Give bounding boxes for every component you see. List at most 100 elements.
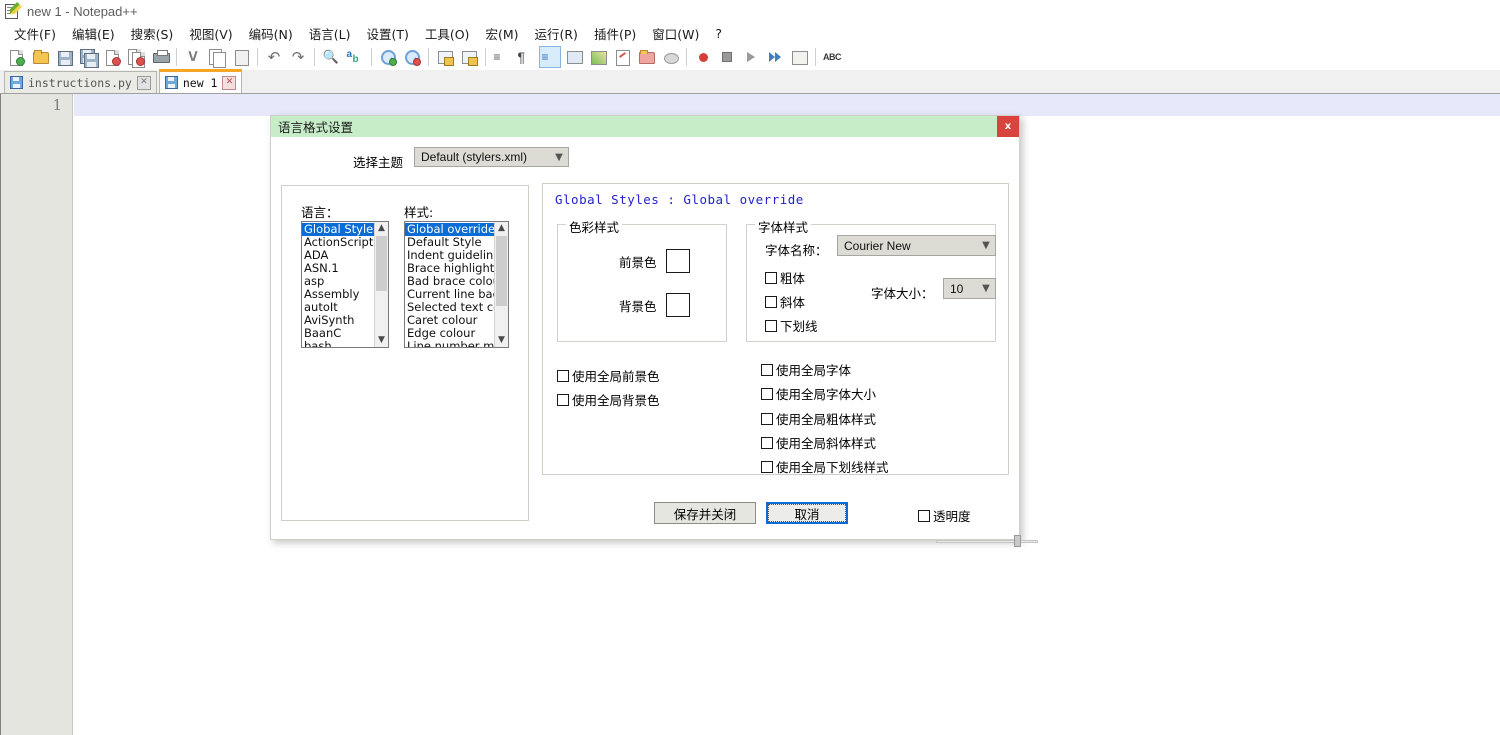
menu-macro[interactable]: 宏(M)	[477, 22, 526, 45]
scrollbar-thumb[interactable]	[376, 236, 387, 291]
foreground-color-swatch[interactable]	[665, 249, 690, 273]
style-listbox[interactable]: Global override Default Style Indent gui…	[404, 221, 509, 348]
tab-new-1[interactable]: new 1 ✕	[158, 69, 243, 93]
underline-checkbox-row[interactable]: 下划线	[765, 316, 818, 335]
font-size-select[interactable]: 10 ▼	[943, 278, 996, 299]
play-macro-icon[interactable]	[740, 46, 762, 68]
list-item[interactable]: asp	[302, 275, 374, 288]
use-global-background-checkbox[interactable]	[557, 393, 569, 406]
theme-select[interactable]: Default (stylers.xml) ▼	[414, 147, 569, 167]
save-icon[interactable]	[53, 46, 75, 68]
close-all-files-icon[interactable]	[125, 46, 147, 68]
menu-encoding[interactable]: 编码(N)	[241, 22, 301, 45]
spell-check-icon[interactable]: ABC	[821, 46, 843, 68]
italic-checkbox-row[interactable]: 斜体	[765, 292, 805, 311]
word-wrap-icon[interactable]: ≡	[491, 46, 513, 68]
background-color-swatch[interactable]	[665, 293, 690, 317]
list-item[interactable]: Edge colour	[405, 327, 494, 340]
list-item[interactable]: autoIt	[302, 301, 374, 314]
use-global-bold-row[interactable]: 使用全局粗体样式	[761, 409, 876, 428]
list-item[interactable]: Caret colour	[405, 314, 494, 327]
record-macro-icon[interactable]	[692, 46, 714, 68]
bold-checkbox[interactable]	[765, 271, 777, 284]
menu-edit[interactable]: 编辑(E)	[64, 22, 123, 45]
use-global-font-checkbox[interactable]	[761, 363, 773, 376]
paste-icon[interactable]	[230, 46, 252, 68]
scroll-up-icon[interactable]: ▲	[495, 222, 508, 235]
menu-window[interactable]: 窗口(W)	[644, 22, 707, 45]
scroll-up-icon[interactable]: ▲	[375, 222, 388, 235]
list-item[interactable]: ActionScript	[302, 236, 374, 249]
use-global-foreground-checkbox[interactable]	[557, 369, 569, 382]
cancel-button[interactable]: 取消	[766, 502, 848, 524]
scrollbar-thumb[interactable]	[496, 236, 507, 306]
use-global-underline-checkbox[interactable]	[761, 460, 773, 473]
close-icon[interactable]: x	[997, 116, 1019, 137]
open-file-icon[interactable]	[29, 46, 51, 68]
bold-checkbox-row[interactable]: 粗体	[765, 268, 805, 287]
menu-file[interactable]: 文件(F)	[6, 22, 64, 45]
list-item[interactable]: Selected text colou	[405, 301, 494, 314]
italic-checkbox[interactable]	[765, 295, 777, 308]
scroll-down-icon[interactable]: ▼	[495, 334, 508, 347]
menu-settings[interactable]: 设置(T)	[358, 22, 416, 45]
use-global-underline-row[interactable]: 使用全局下划线样式	[761, 457, 889, 476]
menu-plugins[interactable]: 插件(P)	[586, 22, 644, 45]
list-item[interactable]: BaanC	[302, 327, 374, 340]
tab-instructions-py[interactable]: instructions.py ✕	[4, 71, 157, 93]
list-item[interactable]: Line number margin	[405, 340, 494, 347]
use-global-italic-row[interactable]: 使用全局斜体样式	[761, 433, 876, 452]
menu-view[interactable]: 视图(V)	[181, 22, 240, 45]
style-list-scrollbar[interactable]: ▲ ▼	[494, 222, 508, 347]
menu-language[interactable]: 语言(L)	[301, 22, 359, 45]
folder-as-workspace-icon[interactable]	[635, 46, 657, 68]
transparency-slider[interactable]	[936, 535, 1038, 547]
run-macro-multiple-icon[interactable]	[764, 46, 786, 68]
copy-icon[interactable]	[206, 46, 228, 68]
show-all-chars-icon[interactable]: ¶	[515, 46, 537, 68]
language-listbox[interactable]: Global Styles ActionScript ADA ASN.1 asp…	[301, 221, 389, 348]
list-item[interactable]: Bad brace colour	[405, 275, 494, 288]
list-item[interactable]: Indent guideline sty	[405, 249, 494, 262]
list-item[interactable]: Global Styles	[302, 223, 374, 236]
print-icon[interactable]	[149, 46, 171, 68]
scroll-down-icon[interactable]: ▼	[375, 334, 388, 347]
use-global-bold-checkbox[interactable]	[761, 412, 773, 425]
language-list-scrollbar[interactable]: ▲ ▼	[374, 222, 388, 347]
close-file-icon[interactable]	[101, 46, 123, 68]
replace-icon[interactable]: ab	[344, 46, 366, 68]
list-item[interactable]: AviSynth	[302, 314, 374, 327]
tab-close-icon[interactable]: ✕	[136, 75, 151, 90]
use-global-font-row[interactable]: 使用全局字体	[761, 360, 851, 379]
redo-icon[interactable]: ↷	[287, 46, 309, 68]
undo-icon[interactable]: ↶	[263, 46, 285, 68]
new-file-icon[interactable]	[5, 46, 27, 68]
list-item[interactable]: Brace highlight styl	[405, 262, 494, 275]
use-global-font-size-row[interactable]: 使用全局字体大小	[761, 384, 876, 403]
list-item[interactable]: Assembly	[302, 288, 374, 301]
menu-help[interactable]: ?	[707, 24, 730, 43]
save-macro-icon[interactable]	[788, 46, 810, 68]
list-item[interactable]: ASN.1	[302, 262, 374, 275]
user-language-icon[interactable]	[563, 46, 585, 68]
use-global-foreground-row[interactable]: 使用全局前景色	[557, 366, 660, 385]
document-map-icon[interactable]	[587, 46, 609, 68]
use-global-background-row[interactable]: 使用全局背景色	[557, 390, 660, 409]
menu-search[interactable]: 搜索(S)	[123, 22, 182, 45]
list-item[interactable]: Default Style	[405, 236, 494, 249]
list-item[interactable]: Current line backgr	[405, 288, 494, 301]
use-global-font-size-checkbox[interactable]	[761, 387, 773, 400]
list-item[interactable]: Global override	[405, 223, 494, 236]
function-list-icon[interactable]	[611, 46, 633, 68]
menu-run[interactable]: 运行(R)	[526, 22, 585, 45]
find-icon[interactable]: 🔍	[320, 46, 342, 68]
stop-recording-icon[interactable]	[716, 46, 738, 68]
save-all-icon[interactable]	[77, 46, 99, 68]
tab-close-icon[interactable]: ✕	[222, 75, 237, 90]
font-name-select[interactable]: Courier New ▼	[837, 235, 996, 256]
transparency-checkbox[interactable]	[918, 509, 930, 522]
slider-thumb[interactable]	[1014, 535, 1021, 547]
zoom-out-icon[interactable]	[401, 46, 423, 68]
sync-horizontal-scroll-icon[interactable]	[458, 46, 480, 68]
indent-guide-icon[interactable]: ≡	[539, 46, 561, 68]
